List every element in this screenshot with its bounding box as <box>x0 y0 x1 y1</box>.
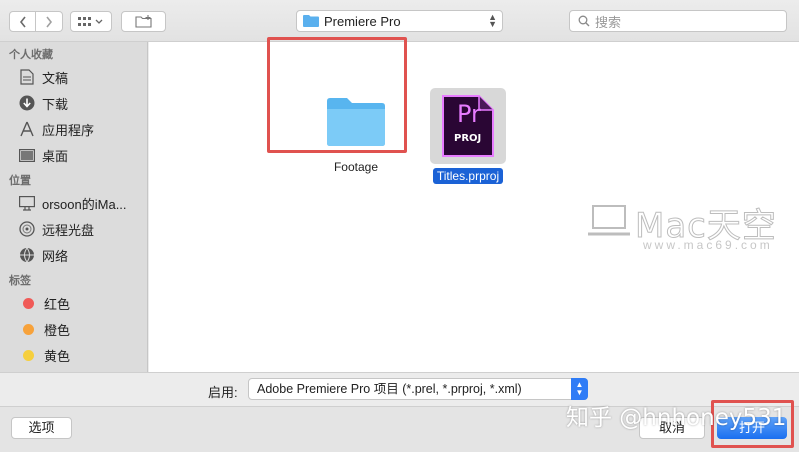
premiere-icon-text-pr: Pr <box>457 100 481 128</box>
folder-icon <box>303 15 319 27</box>
sidebar-item-label: 网络 <box>42 248 69 264</box>
sidebar: 个人收藏 文稿 下载 应用程序 桌面 位置 orsoon的iMa... 远程光盘… <box>0 42 148 372</box>
laptop-logo-icon <box>588 205 630 236</box>
sidebar-item-label: 远程光盘 <box>42 222 95 238</box>
chevron-right-icon <box>46 16 53 27</box>
file-type-select[interactable]: Adobe Premiere Pro 项目 (*.prel, *.prproj,… <box>248 378 588 400</box>
tag-dot-icon <box>23 349 34 361</box>
download-icon <box>18 94 36 112</box>
document-icon <box>18 68 36 86</box>
sidebar-item-applications[interactable]: 应用程序 <box>0 116 147 142</box>
sidebar-item-label: 黄色 <box>44 348 71 364</box>
location-label: Premiere Pro <box>324 13 401 29</box>
updown-chevron-icon: ▲ ▼ <box>488 12 497 29</box>
chevron-left-icon <box>19 16 26 27</box>
sidebar-item-label: 文稿 <box>42 70 69 86</box>
sidebar-item-label: 橙色 <box>44 322 71 338</box>
filter-label: 启用: <box>208 385 238 400</box>
new-folder-button[interactable] <box>121 11 166 32</box>
file-name-selected: Titles.prproj <box>432 168 504 184</box>
sidebar-item-label: 桌面 <box>42 148 69 164</box>
highlight-box <box>267 37 407 153</box>
applications-icon <box>18 120 36 138</box>
file-type-value: Adobe Premiere Pro 项目 (*.prel, *.prproj,… <box>257 382 522 396</box>
updown-chevron-icon: ▲ ▼ <box>571 378 588 400</box>
sidebar-item-label: orsoon的iMa... <box>42 196 127 212</box>
sidebar-item-network[interactable]: 网络 <box>0 242 147 268</box>
nav-buttons <box>9 11 63 32</box>
sidebar-item-label: 红色 <box>44 296 71 312</box>
watermark-url: www.mac69.com <box>643 238 773 252</box>
favorites-heading: 个人收藏 <box>9 49 53 61</box>
sidebar-item-label: 应用程序 <box>42 122 95 138</box>
sidebar-item-tag-orange[interactable]: 橙色 <box>0 316 147 342</box>
search-field[interactable]: 搜索 <box>569 10 787 32</box>
network-icon <box>18 246 36 264</box>
sidebar-item-documents[interactable]: 文稿 <box>0 64 147 90</box>
premiere-icon-text-proj: PROJ <box>454 133 482 144</box>
location-popup[interactable]: Premiere Pro ▲ ▼ <box>296 10 503 32</box>
search-placeholder: 搜索 <box>595 14 622 30</box>
desktop-icon <box>18 146 36 164</box>
forward-button[interactable] <box>36 11 63 32</box>
toolbar: Premiere Pro ▲ ▼ 搜索 <box>0 0 799 42</box>
tag-dot-icon <box>23 297 34 309</box>
options-button[interactable]: 选项 <box>11 417 72 439</box>
disc-icon <box>18 220 36 238</box>
tags-heading: 标签 <box>9 275 31 287</box>
sidebar-item-remote-disc[interactable]: 远程光盘 <box>0 216 147 242</box>
sidebar-item-computer[interactable]: orsoon的iMa... <box>0 190 147 216</box>
search-icon <box>578 15 590 27</box>
icon-grid-icon <box>78 16 103 26</box>
sidebar-item-label: 下载 <box>42 96 69 112</box>
tag-dot-icon <box>23 323 34 335</box>
sidebar-item-downloads[interactable]: 下载 <box>0 90 147 116</box>
sidebar-item-desktop[interactable]: 桌面 <box>0 142 147 168</box>
locations-heading: 位置 <box>9 175 31 187</box>
sidebar-item-tag-red[interactable]: 红色 <box>0 290 147 316</box>
back-button[interactable] <box>9 11 36 32</box>
sidebar-item-tag-yellow[interactable]: 黄色 <box>0 342 147 368</box>
new-folder-icon <box>134 15 152 28</box>
file-name: Footage <box>333 160 379 174</box>
overlay-watermark: 知乎 @hnhoney531 <box>566 405 787 431</box>
view-mode-button[interactable] <box>70 11 112 32</box>
computer-icon <box>18 194 36 212</box>
watermark: Mac天空 www.mac69.com <box>587 198 792 258</box>
file-browser: Footage Titles.prproj Pr PROJ Mac天空 www.… <box>149 37 799 372</box>
